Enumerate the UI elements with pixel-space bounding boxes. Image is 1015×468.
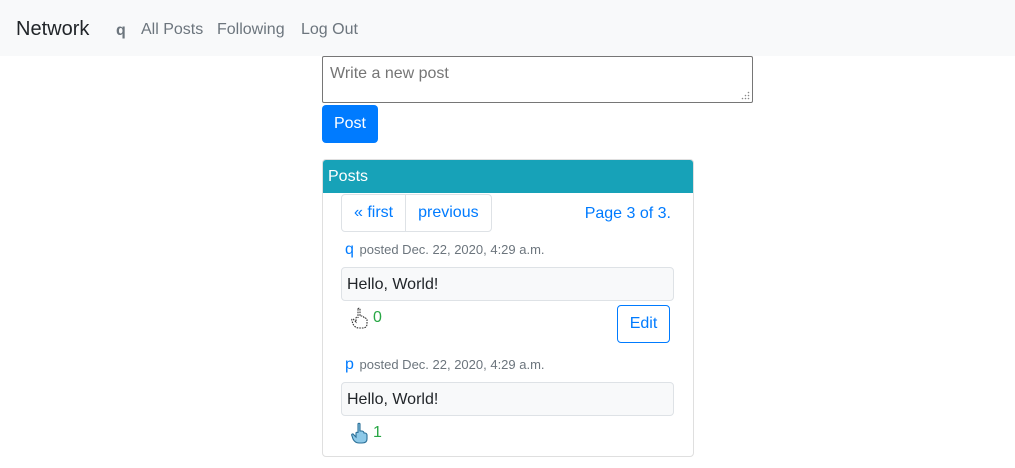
edit-post-button[interactable]: Edit — [617, 305, 670, 343]
nav-user-profile-link[interactable]: q — [116, 22, 126, 40]
posts-card: Posts « first previous Page 3 of 3. q po… — [322, 159, 694, 457]
resize-grip-icon[interactable] — [741, 91, 750, 100]
navbar: Network q All Posts Following Log Out — [0, 0, 1015, 56]
post-meta: q posted Dec. 22, 2020, 4:29 a.m. — [345, 241, 545, 259]
brand-link[interactable]: Network — [16, 18, 89, 41]
post-author-link[interactable]: p — [345, 356, 354, 373]
post-content: Hello, World! — [341, 382, 674, 416]
posts-card-header: Posts — [323, 160, 693, 193]
like-count: 0 — [373, 309, 382, 326]
like-button[interactable]: 1 — [349, 422, 382, 444]
page-status: Page 3 of 3. — [584, 205, 671, 222]
nav-logout-link[interactable]: Log Out — [301, 21, 358, 39]
post-timestamp: posted Dec. 22, 2020, 4:29 a.m. — [359, 242, 545, 257]
like-count: 1 — [373, 424, 382, 441]
hand-pointing-outline-icon — [351, 307, 368, 329]
post-content: Hello, World! — [341, 267, 674, 301]
like-button[interactable]: 0 — [349, 307, 382, 329]
new-post-textarea[interactable]: Write a new post — [322, 56, 753, 103]
post-meta: p posted Dec. 22, 2020, 4:29 a.m. — [345, 356, 545, 374]
pagination: « first previous — [341, 194, 492, 232]
previous-page-link[interactable]: previous — [405, 195, 490, 231]
nav-all-posts-link[interactable]: All Posts — [141, 21, 203, 39]
hand-pointing-filled-icon — [351, 422, 368, 444]
post-timestamp: posted Dec. 22, 2020, 4:29 a.m. — [359, 357, 545, 372]
post-author-link[interactable]: q — [345, 241, 354, 258]
nav-following-link[interactable]: Following — [217, 21, 285, 39]
new-post-placeholder: Write a new post — [330, 65, 449, 82]
submit-post-button[interactable]: Post — [322, 105, 378, 143]
first-page-link[interactable]: « first — [342, 195, 405, 231]
